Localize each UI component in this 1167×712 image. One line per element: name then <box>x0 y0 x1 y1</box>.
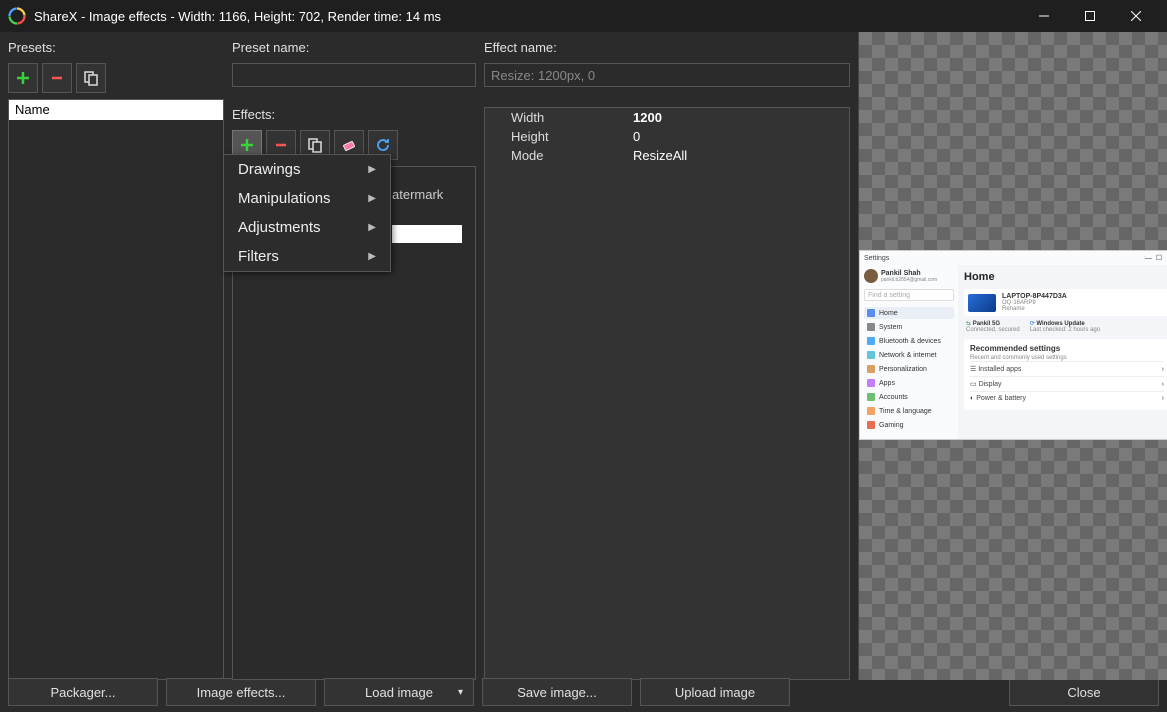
sharex-logo-icon <box>8 7 26 25</box>
chevron-right-icon: ▶ <box>368 164 376 175</box>
preview-user-email: pankil.b2854@gmail.com <box>881 277 937 283</box>
preset-duplicate-button[interactable] <box>76 63 106 93</box>
preview-nav-item: Gaming <box>864 419 954 431</box>
copy-icon <box>83 70 99 86</box>
eraser-icon <box>341 137 357 153</box>
presets-list-header: Name <box>9 100 223 120</box>
load-image-button[interactable]: Load image▾ <box>324 678 474 706</box>
add-effect-context-menu: Drawings▶ Manipulations▶ Adjustments▶ Fi… <box>223 154 391 272</box>
save-image-button[interactable]: Save image... <box>482 678 632 706</box>
preview-nav-item: System <box>864 321 954 333</box>
preview-maximize-icon: ☐ <box>1156 254 1162 262</box>
preview-rec-heading: Recommended settings <box>970 344 1164 353</box>
preview-nav-item: Home <box>864 307 954 319</box>
minus-icon <box>273 137 289 153</box>
title-bar: ShareX - Image effects - Width: 1166, He… <box>0 0 1167 32</box>
preview-image: Settings — ☐ ✕ Pankil Shah pankil.b2854@… <box>859 250 1167 440</box>
preview-window-title: Settings <box>864 255 1141 262</box>
property-key: Mode <box>493 148 633 163</box>
property-value[interactable]: ResizeAll <box>633 148 841 163</box>
chevron-right-icon: ▶ <box>368 222 376 233</box>
minus-icon <box>49 70 65 86</box>
effect-name-label: Effect name: <box>484 40 850 55</box>
preview-nav-item: Apps <box>864 377 954 389</box>
preview-nav-item: Bluetooth & devices <box>864 335 954 347</box>
chevron-right-icon: ▶ <box>368 193 376 204</box>
window-maximize-button[interactable] <box>1067 0 1113 32</box>
property-row[interactable]: Height 0 <box>485 127 849 146</box>
close-button[interactable]: Close <box>1009 678 1159 706</box>
packager-button[interactable]: Packager... <box>8 678 158 706</box>
presets-label: Presets: <box>8 40 224 55</box>
preview-minimize-icon: — <box>1145 255 1152 262</box>
property-value[interactable]: 1200 <box>633 110 841 125</box>
preview-nav-item: Time & language <box>864 405 954 417</box>
context-menu-item-filters[interactable]: Filters▶ <box>224 242 390 271</box>
preset-remove-button[interactable] <box>42 63 72 93</box>
effects-column: Preset name: Effects: <box>232 40 476 680</box>
presets-list[interactable]: Name <box>8 99 224 680</box>
preview-main-heading: Home <box>964 271 1167 283</box>
chevron-down-icon: ▾ <box>458 687 463 698</box>
presets-column: Presets: Name <box>8 40 224 680</box>
context-menu-item-drawings[interactable]: Drawings▶ <box>224 155 390 184</box>
property-key: Height <box>493 129 633 144</box>
context-menu-item-adjustments[interactable]: Adjustments▶ <box>224 213 390 242</box>
image-effects-button[interactable]: Image effects... <box>166 678 316 706</box>
effect-properties-grid[interactable]: Width 1200 Height 0 Mode ResizeAll <box>484 107 850 680</box>
chevron-right-icon: ▶ <box>368 251 376 262</box>
preview-search-input: Find a setting <box>864 289 954 301</box>
window-close-button[interactable] <box>1113 0 1159 32</box>
preview-nav-item: Personalization <box>864 363 954 375</box>
effect-item-selected-partial <box>392 225 462 243</box>
preview-user-name: Pankil Shah <box>881 270 937 277</box>
effect-item-partial: atermark <box>392 187 443 202</box>
window-title: ShareX - Image effects - Width: 1166, He… <box>34 9 1021 24</box>
preview-device-name: LAPTOP-8P447D3A <box>1002 293 1067 300</box>
window-minimize-button[interactable] <box>1021 0 1067 32</box>
upload-image-button[interactable]: Upload image <box>640 678 790 706</box>
refresh-icon <box>375 137 391 153</box>
preset-name-label: Preset name: <box>232 40 476 55</box>
preview-nav-item: Network & internet <box>864 349 954 361</box>
copy-icon <box>307 137 323 153</box>
property-key: Width <box>493 110 633 125</box>
preview-nav-item: Accounts <box>864 391 954 403</box>
context-menu-item-manipulations[interactable]: Manipulations▶ <box>224 184 390 213</box>
plus-icon <box>15 70 31 86</box>
property-row[interactable]: Width 1200 <box>485 108 849 127</box>
preview-panel: Settings — ☐ ✕ Pankil Shah pankil.b2854@… <box>858 32 1167 680</box>
properties-column: Effect name: Width 1200 Height 0 Mode Re… <box>484 40 850 680</box>
avatar <box>864 269 878 283</box>
preset-name-input[interactable] <box>232 63 476 87</box>
effect-name-input[interactable] <box>484 63 850 87</box>
property-row[interactable]: Mode ResizeAll <box>485 146 849 165</box>
preset-add-button[interactable] <box>8 63 38 93</box>
preview-device-thumb <box>968 294 996 312</box>
effects-label: Effects: <box>232 107 476 122</box>
property-value[interactable]: 0 <box>633 129 841 144</box>
plus-icon <box>239 137 255 153</box>
